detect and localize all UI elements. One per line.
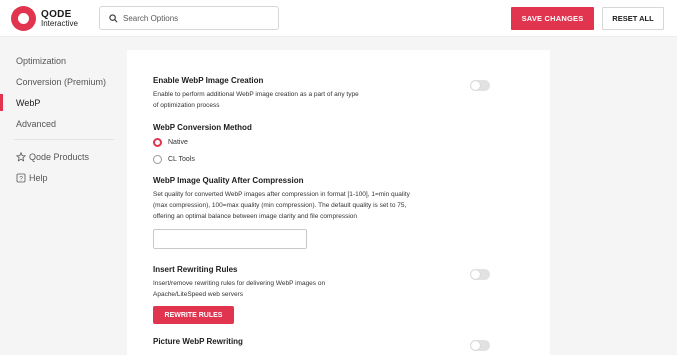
radio-native[interactable]: Native bbox=[153, 138, 188, 147]
quality-input[interactable] bbox=[153, 229, 307, 249]
logo-text: QODE Interactive bbox=[41, 8, 78, 28]
radio-cl-tools[interactable]: CL Tools bbox=[153, 155, 195, 164]
enable-webp-desc-2: of optimization process bbox=[153, 102, 220, 109]
sidebar-item-advanced[interactable]: Advanced bbox=[0, 113, 120, 134]
enable-webp-toggle[interactable] bbox=[470, 80, 490, 91]
brand-logo[interactable]: QODE Interactive bbox=[11, 6, 78, 31]
rewriting-rules-title: Insert Rewriting Rules bbox=[153, 265, 238, 274]
conversion-method-title: WebP Conversion Method bbox=[153, 123, 252, 132]
radio-cl-tools-button[interactable] bbox=[153, 155, 162, 164]
rewriting-rules-toggle[interactable] bbox=[470, 269, 490, 280]
picture-rewriting-title: Picture WebP Rewriting bbox=[153, 337, 243, 346]
quality-desc-2: (max compression), 100=max quality (min … bbox=[153, 202, 407, 209]
sidebar: Optimization Conversion (Premium) WebP A… bbox=[0, 50, 120, 188]
search-icon bbox=[109, 13, 118, 22]
sidebar-item-qode-products[interactable]: Qode Products bbox=[0, 146, 120, 167]
enable-webp-title: Enable WebP Image Creation bbox=[153, 76, 264, 85]
sidebar-item-optimization[interactable]: Optimization bbox=[0, 50, 120, 71]
top-bar: QODE Interactive SAVE CHANGES RESET ALL bbox=[0, 0, 677, 37]
logo-mark-icon bbox=[11, 6, 36, 31]
reset-all-button[interactable]: RESET ALL bbox=[602, 7, 664, 30]
quality-title: WebP Image Quality After Compression bbox=[153, 176, 304, 185]
rewriting-rules-desc-1: Insert/remove rewriting rules for delive… bbox=[153, 280, 326, 287]
search-box[interactable] bbox=[99, 6, 279, 30]
search-input[interactable] bbox=[123, 13, 273, 23]
svg-text:?: ? bbox=[19, 175, 23, 182]
radio-cl-tools-label: CL Tools bbox=[168, 156, 195, 163]
sidebar-item-label: Help bbox=[29, 172, 48, 183]
radio-native-label: Native bbox=[168, 139, 188, 146]
enable-webp-desc-1: Enable to perform additional WebP image … bbox=[153, 91, 359, 98]
sidebar-item-help[interactable]: ? Help bbox=[0, 167, 120, 188]
sidebar-item-label: Qode Products bbox=[29, 151, 90, 162]
brand-sub: Interactive bbox=[41, 18, 78, 28]
star-icon bbox=[16, 151, 26, 162]
radio-native-button[interactable] bbox=[153, 138, 162, 147]
sidebar-item-conversion[interactable]: Conversion (Premium) bbox=[0, 71, 120, 92]
sidebar-item-webp[interactable]: WebP bbox=[0, 92, 120, 113]
settings-panel: Enable WebP Image Creation Enable to per… bbox=[127, 50, 550, 355]
rewriting-rules-desc-2: Apache/LiteSpeed web servers bbox=[153, 291, 243, 298]
sidebar-divider bbox=[14, 134, 114, 140]
quality-desc-3: offering an optimal balance between imag… bbox=[153, 213, 358, 220]
rewrite-rules-button[interactable]: REWRITE RULES bbox=[153, 306, 234, 324]
picture-rewriting-toggle[interactable] bbox=[470, 340, 490, 351]
help-icon: ? bbox=[16, 173, 26, 183]
quality-desc-1: Set quality for converted WebP images af… bbox=[153, 191, 410, 198]
brand-name: QODE bbox=[41, 8, 72, 20]
save-changes-button[interactable]: SAVE CHANGES bbox=[511, 7, 594, 30]
